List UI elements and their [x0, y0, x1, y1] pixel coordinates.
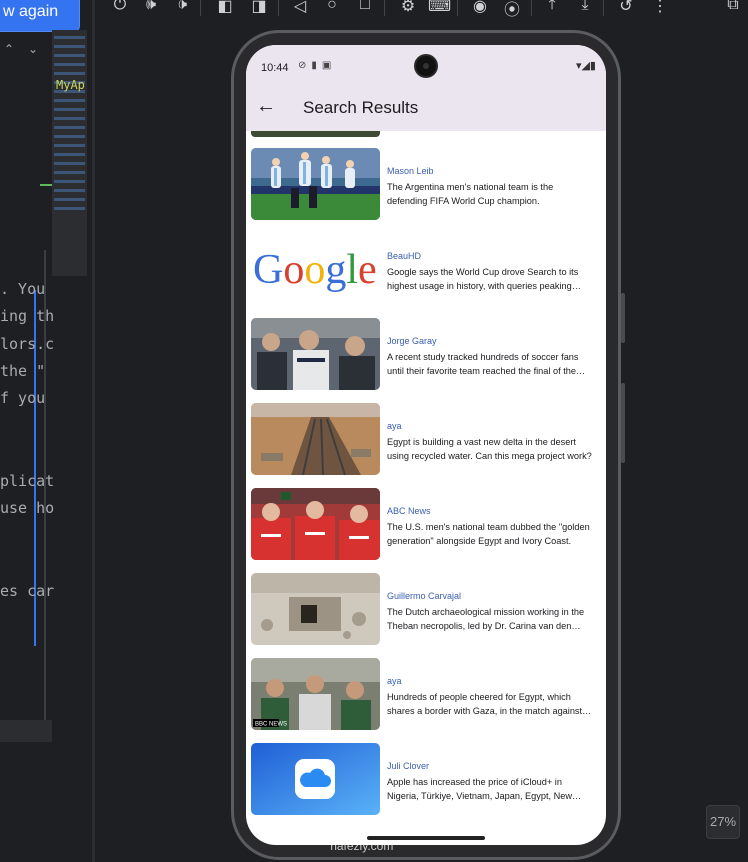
watermark-url: nafezly.com: [330, 839, 394, 853]
result-author[interactable]: aya: [387, 421, 402, 431]
volume-up-icon[interactable]: 🕪: [140, 0, 162, 14]
search-results-list[interactable]: Mason Leib The Argentina men's national …: [246, 131, 606, 845]
list-item[interactable]: aya Egypt is building a vast new delta i…: [246, 403, 606, 488]
app-bar: ← Search Results: [246, 89, 606, 131]
editor-status-strip: [0, 720, 52, 742]
result-author[interactable]: Guillermo Carvajal: [387, 591, 461, 601]
home-icon[interactable]: ○: [321, 0, 343, 14]
svg-text:Google: Google: [253, 247, 377, 293]
status-time: 10:44: [261, 62, 289, 74]
code-line: es car: [0, 582, 55, 600]
code-line: the ": [0, 362, 46, 380]
volume-down-icon[interactable]: 🕩: [171, 0, 193, 14]
result-text: The U.S. men's national team dubbed the …: [387, 522, 590, 546]
notification-icons: ⊘▮▣: [298, 60, 337, 71]
screenshot-icon[interactable]: ◉: [469, 0, 491, 16]
editor-nav-arrows[interactable]: ⌃⌄: [4, 42, 52, 56]
result-thumbnail: [251, 318, 380, 390]
back-icon[interactable]: ◁: [289, 0, 311, 16]
rotate-left-icon[interactable]: ◧: [214, 0, 236, 16]
change-marker: [40, 184, 52, 186]
result-thumbnail: BBC NEWS: [251, 658, 380, 730]
back-arrow-icon[interactable]: ←: [256, 95, 276, 118]
phone-volume-button: [621, 293, 625, 343]
site-watermark: نفذلي nafezly.com: [322, 813, 402, 853]
layout-preview-pane: [52, 30, 87, 276]
result-text: A recent study tracked hundreds of socce…: [387, 352, 579, 376]
rotate-right-icon[interactable]: ◨: [248, 0, 270, 16]
zoom-level-badge[interactable]: 27%: [706, 805, 740, 839]
power-icon[interactable]: ⏻: [109, 0, 131, 14]
list-item[interactable]: Mason Leib The Argentina men's national …: [246, 148, 606, 233]
list-item[interactable]: Juli Clover Apple has increased the pric…: [246, 743, 606, 828]
code-line: f you: [0, 389, 46, 407]
try-again-button[interactable]: w again: [0, 0, 80, 32]
preview-app-label: MyAp: [56, 78, 85, 92]
code-line: lors.c: [0, 335, 55, 353]
result-thumbnail: [251, 743, 380, 815]
result-text: Egypt is building a vast new delta in th…: [387, 437, 592, 461]
list-item[interactable]: Jorge Garay A recent study tracked hundr…: [246, 318, 606, 403]
phone-frame: 10:44 ⊘▮▣ ▾◢▮ ← Search Results Mason Lei…: [231, 30, 625, 860]
more-icon[interactable]: ⋮: [649, 0, 671, 16]
result-thumbnail: [251, 403, 380, 475]
result-author[interactable]: BeauHD: [387, 251, 421, 261]
result-author[interactable]: Juli Clover: [387, 761, 429, 771]
front-camera: [414, 54, 438, 78]
phone-screen[interactable]: 10:44 ⊘▮▣ ▾◢▮ ← Search Results Mason Lei…: [246, 45, 606, 845]
result-text: Google says the World Cup drove Search t…: [387, 267, 579, 291]
partial-thumbnail: [251, 131, 380, 137]
device-picker-icon[interactable]: ⧉: [722, 0, 744, 14]
settings-icon[interactable]: ⚙: [397, 0, 419, 16]
code-line: ing th: [0, 307, 55, 325]
result-thumbnail: [251, 148, 380, 220]
code-line: . You: [0, 280, 46, 298]
phone-power-button: [621, 383, 625, 463]
code-line: plicat: [0, 472, 55, 490]
record-icon[interactable]: ⦿: [501, 0, 523, 20]
history-icon[interactable]: ↺: [615, 0, 637, 16]
result-thumbnail: Google: [251, 233, 380, 305]
overview-icon[interactable]: □: [354, 0, 376, 14]
page-title: Search Results: [303, 98, 419, 117]
list-item[interactable]: Google BeauHD Google says the World Cup …: [246, 233, 606, 318]
result-author[interactable]: Jorge Garay: [387, 336, 437, 346]
result-author[interactable]: ABC News: [387, 506, 431, 516]
svg-text:BBC NEWS: BBC NEWS: [255, 722, 287, 728]
upload-icon[interactable]: ⤒: [541, 0, 563, 14]
result-text: Apple has increased the price of iCloud+…: [387, 777, 573, 801]
result-thumbnail: [251, 573, 380, 645]
code-editor-panel: w again ⌃⌄ MyAp . You ing th lors.c the …: [0, 0, 87, 862]
result-text: The Dutch archaeological mission working…: [387, 607, 585, 631]
result-text: Hundreds of people cheered for Egypt, wh…: [387, 692, 583, 716]
result-thumbnail: [251, 488, 380, 560]
emulator-toolbar: ⏻ 🕪 🕩 ◧ ◨ ◁ ○ □ ⚙ ⌨ ◉ ⦿ ⤒ ⤓ ↺ ⋮ ⧉: [95, 0, 748, 20]
list-item[interactable]: ABC News The U.S. men's national team du…: [246, 488, 606, 573]
list-item[interactable]: Guillermo Carvajal The Dutch archaeologi…: [246, 573, 606, 658]
code-line: use ho: [0, 499, 55, 517]
status-bar: 10:44 ⊘▮▣ ▾◢▮: [246, 45, 606, 89]
list-item[interactable]: BBC NEWS aya Hundreds of people cheered …: [246, 658, 606, 743]
signal-battery-icons: ▾◢▮: [575, 60, 596, 72]
result-author[interactable]: Mason Leib: [387, 166, 434, 176]
download-icon[interactable]: ⤓: [574, 0, 596, 14]
result-author[interactable]: aya: [387, 676, 402, 686]
result-text: The Argentina men's national team is the…: [387, 182, 554, 206]
keyboard-icon[interactable]: ⌨: [428, 0, 451, 16]
